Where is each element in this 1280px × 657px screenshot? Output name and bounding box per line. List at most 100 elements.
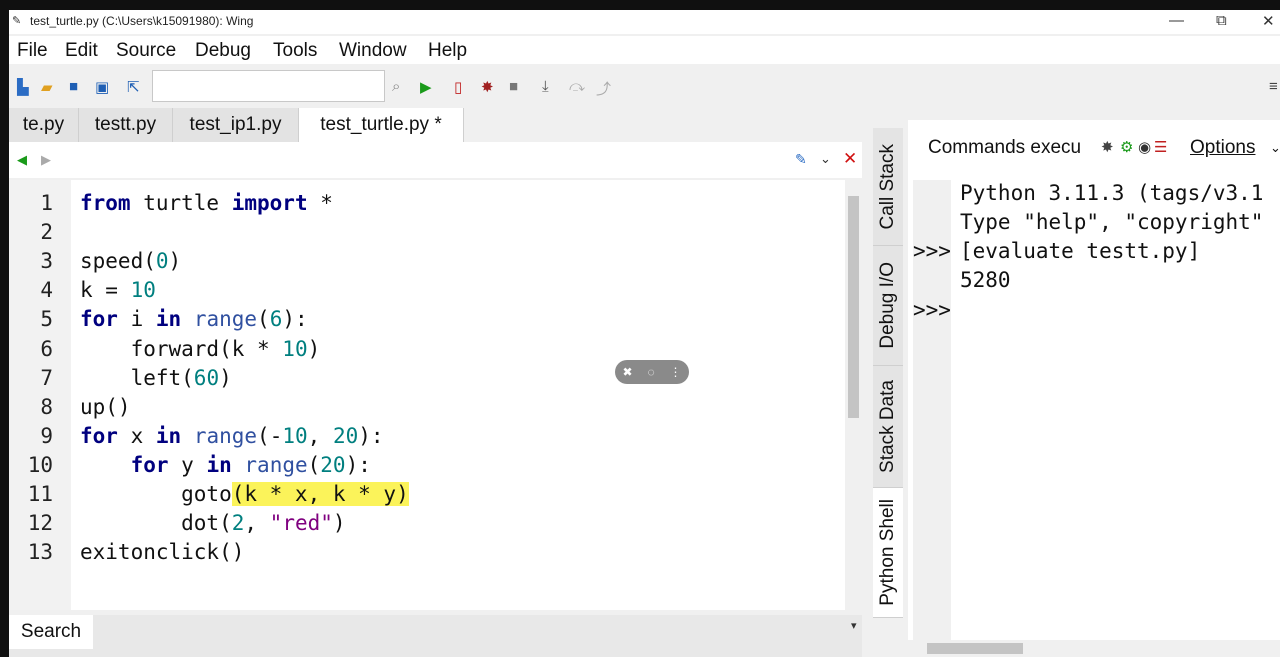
- line-number-gutter: 1 2 3 4 5 6 7 8 9 10 11 12 13: [9, 180, 71, 610]
- vertical-tool-tabs: Call Stack Debug I/O Stack Data Python S…: [873, 128, 903, 618]
- code-line-7: left(60): [80, 366, 232, 390]
- restore-button[interactable]: ⧉: [1216, 12, 1227, 29]
- shell-output[interactable]: >>> >>> Python 3.11.3 (tags/v3.1 Type "h…: [908, 180, 1280, 640]
- goto-icon[interactable]: ⇱: [127, 78, 140, 96]
- bottom-panel-tabs: Search ▾: [9, 615, 862, 657]
- panel-menu-icon[interactable]: ▾: [851, 619, 857, 632]
- code-line-5: for i in range(6):: [80, 307, 308, 331]
- wing-ide-window: ✎ test_turtle.py (C:\Users\k15091980): W…: [9, 10, 1280, 657]
- editor-tabs: te.py testt.py test_ip1.py test_turtle.p…: [9, 108, 464, 142]
- menu-source[interactable]: Source: [116, 40, 176, 62]
- new-debug-icon[interactable]: ▯: [454, 78, 462, 96]
- clear-list-icon[interactable]: ☰: [1154, 138, 1167, 156]
- save-all-icon[interactable]: ▣: [95, 78, 109, 96]
- scrollbar-thumb[interactable]: [848, 196, 859, 418]
- menu-help[interactable]: Help: [428, 40, 467, 62]
- back-arrow-icon[interactable]: ◀: [17, 152, 27, 168]
- editor-vertical-scrollbar[interactable]: [845, 180, 862, 610]
- line-number: 4: [40, 278, 53, 302]
- run-icon[interactable]: ▶: [420, 78, 432, 96]
- code-line-10: for y in range(20):: [130, 453, 371, 477]
- tab-python-shell[interactable]: Python Shell: [873, 488, 903, 618]
- tab-debug-io-label: Debug I/O: [877, 262, 898, 349]
- save-icon[interactable]: ■: [69, 78, 78, 95]
- step-over-icon[interactable]: ⤼: [569, 78, 585, 95]
- mute-icon[interactable]: ◌: [647, 365, 654, 379]
- code-line-9: for x in range(-10, 20):: [80, 424, 384, 448]
- line-number: 10: [27, 453, 53, 477]
- stop-icon[interactable]: ■: [509, 78, 518, 95]
- tab-test-ip1-py[interactable]: test_ip1.py: [173, 108, 299, 142]
- line-number: 9: [40, 424, 53, 448]
- editor-nav-strip: ◀ ▶ ✎ ⌄ ✕: [9, 142, 862, 178]
- tab-stack-data[interactable]: Stack Data: [873, 366, 903, 488]
- new-file-icon[interactable]: ▙: [17, 78, 29, 96]
- menu-window[interactable]: Window: [339, 40, 407, 62]
- tab-call-stack[interactable]: Call Stack: [873, 128, 903, 246]
- line-number: 2: [40, 220, 53, 244]
- title-bar: ✎ test_turtle.py (C:\Users\k15091980): W…: [9, 10, 1280, 34]
- shell-output-line: [evaluate testt.py]: [960, 239, 1201, 263]
- options-menu[interactable]: Options: [1190, 137, 1255, 159]
- shell-output-line: Type "help", "copyright": [960, 210, 1264, 234]
- eye-icon[interactable]: ◉: [1138, 138, 1151, 156]
- wing-logo-icon: ✎: [12, 15, 22, 27]
- window-title: test_turtle.py (C:\Users\k15091980): Win…: [30, 14, 254, 28]
- settings-gear-icon[interactable]: ⚙: [1120, 138, 1133, 156]
- tab-stack-data-label: Stack Data: [877, 380, 898, 473]
- tab-test-turtle-py[interactable]: test_turtle.py *: [299, 108, 464, 142]
- close-editor-icon[interactable]: ✕: [843, 149, 857, 169]
- code-line-12: dot(2, "red"): [80, 511, 346, 535]
- line-number: 1: [40, 191, 53, 215]
- scrollbar-thumb[interactable]: [927, 643, 1023, 654]
- code-line-8: up(): [80, 395, 131, 419]
- open-folder-icon[interactable]: ▰: [41, 78, 53, 96]
- code-editor[interactable]: 1 2 3 4 5 6 7 8 9 10 11 12 13 from turtl…: [9, 180, 862, 610]
- code-line-13: exitonclick(): [80, 540, 245, 564]
- line-number: 7: [40, 366, 53, 390]
- menu-file[interactable]: File: [17, 40, 48, 62]
- code-line-11: goto(k * x, k * y): [80, 482, 409, 506]
- code-line-4: k = 10: [80, 278, 156, 302]
- more-options-icon[interactable]: ⋮: [670, 365, 682, 379]
- menu-edit[interactable]: Edit: [65, 40, 98, 62]
- minimize-button[interactable]: —: [1169, 12, 1184, 29]
- pin-icon[interactable]: ✎: [795, 151, 807, 168]
- step-into-icon[interactable]: ⤓: [542, 78, 549, 95]
- floating-mini-toolbar[interactable]: ✖ ◌ ⋮: [615, 360, 689, 384]
- forward-arrow-icon[interactable]: ▶: [41, 152, 51, 168]
- menu-debug[interactable]: Debug: [195, 40, 251, 62]
- line-number: 11: [27, 482, 53, 506]
- tab-python-shell-label: Python Shell: [877, 499, 898, 606]
- toolbar: ▙ ▰ ■ ▣ ⇱ ⌕ ▶ ▯ ✸ ■ ⤓ ⤼ ⤴ ≡: [9, 66, 1280, 108]
- tab-debug-io[interactable]: Debug I/O: [873, 246, 903, 366]
- search-icon[interactable]: ⌕: [392, 78, 400, 95]
- tab-search[interactable]: Search: [9, 615, 93, 649]
- shell-output-line: 5280: [960, 268, 1011, 292]
- shell-output-line: Python 3.11.3 (tags/v3.1: [960, 181, 1264, 205]
- line-number: 12: [27, 511, 53, 535]
- tab-call-stack-label: Call Stack: [877, 143, 898, 230]
- shell-prompt: >>>: [913, 239, 951, 263]
- line-number: 13: [27, 540, 53, 564]
- menu-tools[interactable]: Tools: [273, 40, 317, 62]
- line-number: 5: [40, 307, 53, 331]
- pin-off-icon[interactable]: ✖: [622, 365, 632, 379]
- bug-icon[interactable]: ✸: [481, 78, 494, 96]
- step-out-icon[interactable]: ⤴: [596, 78, 611, 99]
- toolbar-overflow-icon[interactable]: ≡: [1269, 78, 1278, 95]
- chevron-down-icon[interactable]: ⌄: [820, 151, 831, 167]
- code-line-3: speed(0): [80, 249, 182, 273]
- commands-executed-label: Commands execu: [928, 137, 1082, 158]
- shell-horizontal-scrollbar[interactable]: [913, 640, 1280, 657]
- options-chevron-icon[interactable]: ⌄: [1270, 140, 1280, 156]
- debug-icon[interactable]: ✸: [1101, 138, 1114, 156]
- python-shell-panel: Commands execu ✸ ⚙ ◉ ☰ Options ⌄ >>> >>>…: [908, 120, 1280, 657]
- line-number: 3: [40, 249, 53, 273]
- tab-te-py[interactable]: te.py: [9, 108, 79, 142]
- toolbar-search-input[interactable]: [152, 70, 385, 102]
- close-window-button[interactable]: ✕: [1262, 12, 1275, 30]
- tab-testt-py[interactable]: testt.py: [79, 108, 173, 142]
- menu-bar: File Edit Source Debug Tools Window Help: [9, 36, 1280, 64]
- shell-header: Commands execu ✸ ⚙ ◉ ☰ Options ⌄: [908, 120, 1280, 180]
